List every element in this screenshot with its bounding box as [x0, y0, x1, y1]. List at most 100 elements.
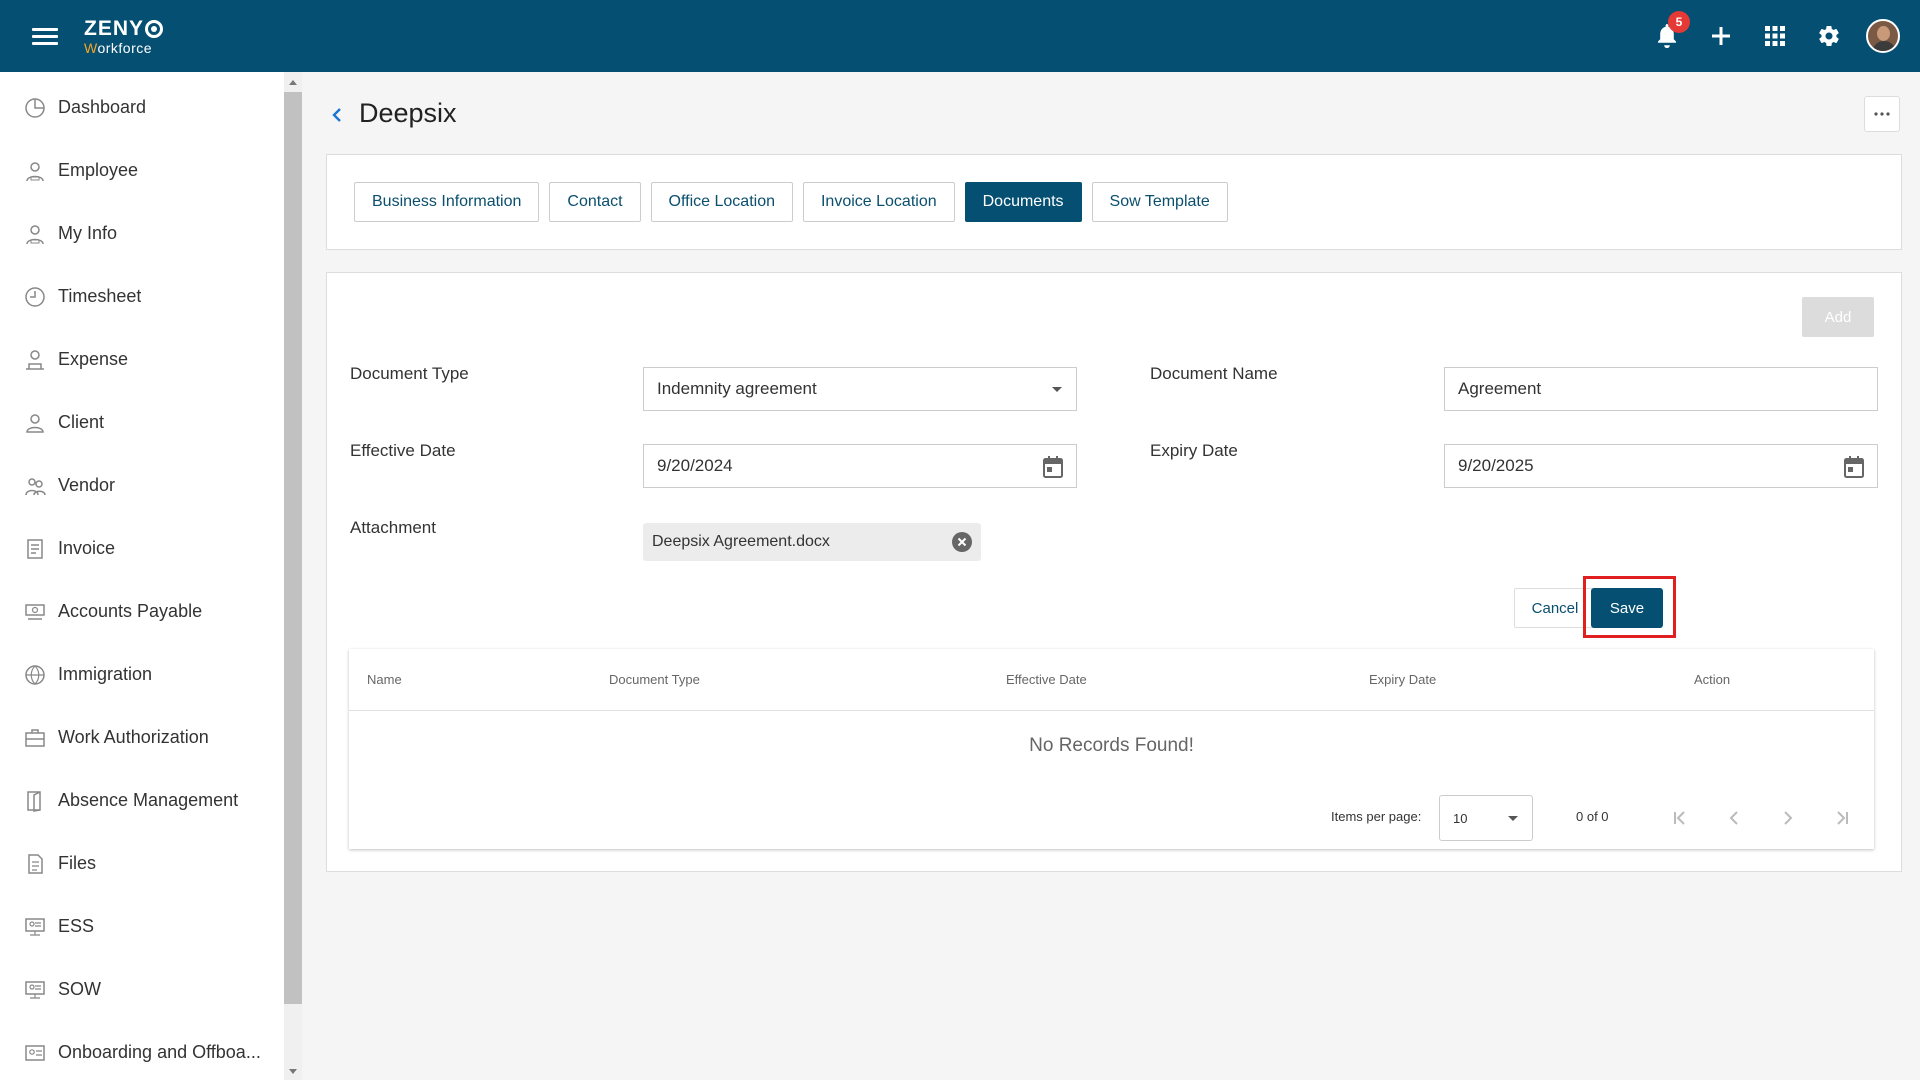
- sidebar-item-invoice[interactable]: Invoice: [0, 517, 300, 580]
- chevron-left-icon: [332, 108, 341, 122]
- ess-icon: [25, 917, 45, 936]
- tab-office-location[interactable]: Office Location: [650, 182, 793, 222]
- remove-attachment-icon[interactable]: [952, 532, 972, 552]
- tab-contact[interactable]: Contact: [549, 182, 641, 222]
- expiry-date-label: Expiry Date: [1150, 441, 1238, 460]
- sidebar-item-label: My Info: [58, 223, 118, 243]
- expense-icon: [26, 349, 44, 370]
- sidebar-scrollbar[interactable]: [284, 72, 302, 1080]
- last-page-icon[interactable]: [1828, 804, 1856, 832]
- effective-date-input[interactable]: 9/20/2024: [643, 444, 1077, 488]
- sidebar-nav: Dashboard Employee My Info Timesheet Expense…: [0, 72, 300, 1080]
- sidebar-item-accounts-payable[interactable]: Accounts Payable: [0, 580, 300, 643]
- calendar-icon[interactable]: [1843, 455, 1865, 479]
- next-page-icon[interactable]: [1774, 804, 1802, 832]
- sidebar-item-label: Employee: [58, 160, 139, 180]
- sidebar-item-vendor[interactable]: Vendor: [0, 454, 300, 517]
- sidebar-item-expense[interactable]: Expense: [0, 328, 300, 391]
- notification-badge: 5: [1668, 11, 1690, 33]
- effective-date-label: Effective Date: [350, 441, 456, 460]
- clock-icon: [25, 286, 45, 307]
- menu-icon[interactable]: [32, 28, 58, 46]
- empty-state-text: No Records Found!: [1029, 735, 1194, 756]
- save-button[interactable]: Save: [1591, 588, 1663, 628]
- notifications-button[interactable]: 5: [1640, 0, 1694, 72]
- scroll-thumb[interactable]: [284, 92, 302, 1004]
- logo-text: ZENY: [84, 17, 145, 40]
- sidebar-item-label: Onboarding and Offboa...: [58, 1042, 261, 1062]
- sidebar-item-label: Files: [58, 853, 97, 873]
- first-page-icon[interactable]: [1666, 804, 1694, 832]
- add-button[interactable]: [1694, 0, 1748, 72]
- document-name-label: Document Name: [1150, 364, 1278, 383]
- tab-invoice-location[interactable]: Invoice Location: [802, 182, 955, 222]
- scroll-up-arrow-icon[interactable]: [289, 80, 297, 85]
- employee-icon: [26, 161, 44, 181]
- column-header-action: Action: [1694, 672, 1731, 687]
- more-options-button[interactable]: [1864, 96, 1900, 132]
- sidebar-item-label: Vendor: [58, 475, 116, 495]
- main-content: Deepsix Business Information Contact Offic…: [304, 72, 1920, 1080]
- calendar-icon[interactable]: [1042, 455, 1064, 479]
- sidebar-item-client[interactable]: Client: [0, 391, 300, 454]
- briefcase-icon: [25, 728, 45, 747]
- column-header-expiry-date[interactable]: Expiry Date: [1369, 672, 1436, 687]
- vendor-icon: [25, 477, 46, 495]
- sidebar-item-ess[interactable]: ESS: [0, 895, 300, 958]
- chevron-down-icon: [1052, 387, 1062, 392]
- sidebar-item-sow[interactable]: SOW: [0, 958, 300, 1021]
- expiry-date-input[interactable]: 9/20/2025: [1444, 444, 1878, 488]
- apps-button[interactable]: [1748, 0, 1802, 72]
- tab-documents[interactable]: Documents: [964, 182, 1082, 222]
- sidebar-item-label: SOW: [58, 979, 101, 999]
- sidebar-item-dashboard[interactable]: Dashboard: [0, 76, 300, 139]
- avatar: [1866, 19, 1900, 53]
- table-header: Name Document Type Effective Date Expiry…: [349, 649, 1874, 711]
- previous-page-icon[interactable]: [1720, 804, 1748, 832]
- apps-grid-icon: [1765, 26, 1785, 46]
- logo[interactable]: ZENY Workforce: [84, 17, 164, 56]
- sidebar-item-label: Work Authorization: [58, 727, 209, 747]
- back-button[interactable]: [324, 102, 350, 128]
- sidebar-item-timesheet[interactable]: Timesheet: [0, 265, 300, 328]
- document-type-value: Indemnity agreement: [657, 379, 817, 398]
- items-per-page-select[interactable]: 10: [1439, 795, 1533, 841]
- document-type-select[interactable]: Indemnity agreement: [643, 367, 1077, 411]
- tab-sow-template[interactable]: Sow Template: [1091, 182, 1228, 222]
- sidebar: Dashboard Employee My Info Timesheet Expense…: [0, 72, 300, 1080]
- dashboard-icon: [25, 97, 45, 118]
- client-icon: [26, 413, 44, 433]
- sidebar-item-onboarding-and-offboa[interactable]: Onboarding and Offboa...: [0, 1021, 300, 1080]
- sidebar-item-work-authorization[interactable]: Work Authorization: [0, 706, 300, 769]
- sidebar-item-label: Dashboard: [58, 97, 147, 117]
- tab-business-information[interactable]: Business Information: [354, 182, 540, 222]
- sidebar-item-label: Absence Management: [58, 790, 239, 810]
- document-type-label: Document Type: [350, 364, 469, 383]
- column-header-document-type[interactable]: Document Type: [609, 672, 700, 687]
- attachment-label: Attachment: [350, 518, 436, 537]
- sidebar-item-immigration[interactable]: Immigration: [0, 643, 300, 706]
- document-name-input[interactable]: Agreement: [1444, 367, 1878, 411]
- sidebar-item-employee[interactable]: Employee: [0, 139, 300, 202]
- attachment-chip: Deepsix Agreement.docx: [643, 523, 981, 561]
- tabs-card: Business Information Contact Office Locati…: [326, 154, 1902, 250]
- accounts-payable-icon: [25, 603, 45, 620]
- logo-sub-text: orkforce: [97, 40, 153, 56]
- tabs: Business Information Contact Office Locati…: [354, 182, 1228, 222]
- globe-icon: [25, 664, 45, 685]
- sidebar-item-label: Immigration: [58, 664, 153, 684]
- add-button[interactable]: Add: [1802, 297, 1874, 337]
- id-card-icon: [25, 1044, 45, 1061]
- sidebar-item-files[interactable]: Files: [0, 832, 300, 895]
- settings-button[interactable]: [1802, 0, 1856, 72]
- door-icon: [27, 790, 41, 812]
- column-header-name[interactable]: Name: [367, 672, 402, 687]
- column-header-effective-date[interactable]: Effective Date: [1006, 672, 1087, 687]
- sidebar-item-label: Client: [58, 412, 105, 432]
- profile-button[interactable]: [1856, 0, 1910, 72]
- sidebar-item-my-info[interactable]: My Info: [0, 202, 300, 265]
- sidebar-item-label: Expense: [58, 349, 129, 369]
- sidebar-item-absence-management[interactable]: Absence Management: [0, 769, 300, 832]
- scroll-down-arrow-icon[interactable]: [289, 1069, 297, 1074]
- logo-o-mark: [145, 19, 164, 38]
